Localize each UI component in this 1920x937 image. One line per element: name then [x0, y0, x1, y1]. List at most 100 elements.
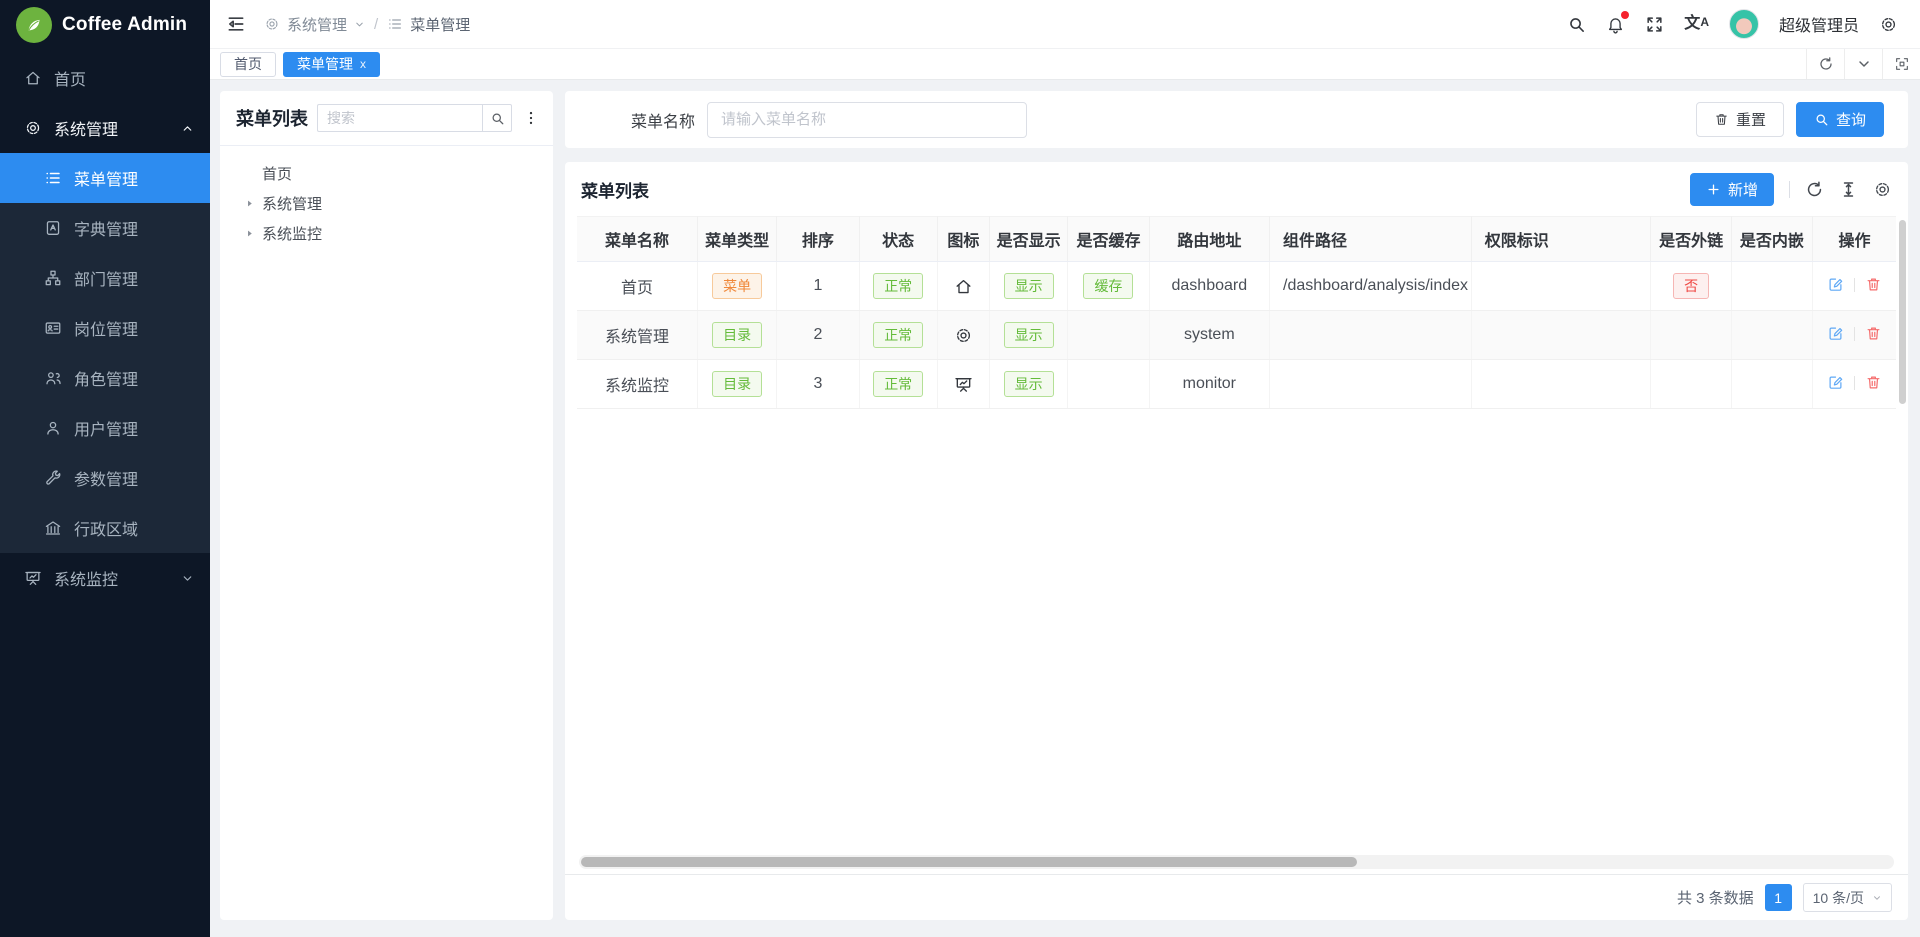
tree-item-monitor[interactable]: 系统监控 [228, 218, 545, 248]
action-divider [1854, 376, 1855, 390]
sidebar-item-menu-mgmt[interactable]: 菜单管理 [0, 153, 210, 203]
status-tag: 显示 [1004, 273, 1054, 299]
notification-dot [1621, 11, 1629, 19]
breadcrumb: 系统管理 / 菜单管理 [264, 14, 470, 35]
sidebar-item-user-mgmt[interactable]: 用户管理 [0, 403, 210, 453]
tab-menu-mgmt[interactable]: 菜单管理 x [283, 52, 380, 77]
refresh-icon[interactable] [1805, 180, 1824, 199]
sidebar-item-label: 角色管理 [74, 366, 138, 390]
sidebar-item-monitor[interactable]: 系统监控 [0, 553, 210, 603]
user-name[interactable]: 超级管理员 [1779, 12, 1859, 36]
row-actions [1825, 274, 1884, 295]
table-cell: 1 [777, 262, 859, 311]
delete-button[interactable] [1863, 372, 1884, 393]
page-size-value: 10 条/页 [1813, 888, 1864, 908]
tree-item-home[interactable]: 首页 [228, 158, 545, 188]
sidebar-item-region-mgmt[interactable]: 行政区域 [0, 503, 210, 553]
sidebar-item-param-mgmt[interactable]: 参数管理 [0, 453, 210, 503]
search-icon[interactable] [1567, 15, 1586, 34]
list-icon [387, 16, 403, 32]
table-cell: 显示 [990, 360, 1068, 409]
breadcrumb-item-menu[interactable]: 菜单管理 [387, 14, 470, 35]
table-cell: 显示 [990, 262, 1068, 311]
tree-item-system[interactable]: 系统管理 [228, 188, 545, 218]
app-title: Coffee Admin [62, 14, 187, 36]
sidebar-submenu-system: 菜单管理 字典管理 部门管理 岗位管理 角色管理 用户管理 [0, 153, 210, 553]
monitor-icon [24, 569, 42, 587]
delete-button[interactable] [1863, 274, 1884, 295]
sidebar-item-dict-mgmt[interactable]: 字典管理 [0, 203, 210, 253]
sidebar-item-post-mgmt[interactable]: 岗位管理 [0, 303, 210, 353]
action-divider [1854, 327, 1855, 341]
table-row: 系统管理目录2正常显示system [577, 311, 1896, 360]
refresh-icon[interactable] [1806, 49, 1844, 79]
notifications-button[interactable] [1606, 15, 1625, 34]
header-tools: 文A 超级管理员 [1567, 9, 1898, 39]
tab-home[interactable]: 首页 [220, 52, 276, 77]
avatar[interactable] [1729, 9, 1759, 39]
search-icon [490, 111, 505, 126]
translate-icon[interactable]: 文A [1684, 16, 1709, 32]
chevron-down-icon [181, 572, 194, 585]
table-cell: 正常 [859, 311, 937, 360]
sidebar-item-dept-mgmt[interactable]: 部门管理 [0, 253, 210, 303]
tabbar-tools [1806, 49, 1920, 79]
chevron-down-icon[interactable] [1844, 49, 1882, 79]
table-header-row: 菜单名称菜单类型排序状态图标是否显示是否缓存路由地址组件路径权限标识是否外链是否… [577, 217, 1896, 262]
horizontal-scrollbar-thumb[interactable] [581, 857, 1357, 867]
home-icon [954, 277, 973, 296]
menu-name-label: 菜单名称 [631, 108, 695, 132]
page-1-button[interactable]: 1 [1765, 884, 1792, 911]
query-button[interactable]: 查询 [1796, 102, 1884, 137]
add-button[interactable]: 新增 [1690, 173, 1774, 206]
edit-button[interactable] [1825, 323, 1846, 344]
edit-button[interactable] [1825, 372, 1846, 393]
row-height-icon[interactable] [1839, 180, 1858, 199]
reset-button[interactable]: 重置 [1696, 102, 1784, 137]
sidebar-item-system[interactable]: 系统管理 [0, 103, 210, 153]
monitor-icon [954, 375, 973, 394]
tree-search-button[interactable] [482, 104, 512, 132]
table-cell: 正常 [859, 262, 937, 311]
maximize-icon[interactable] [1882, 49, 1920, 79]
table-cell [1270, 360, 1472, 409]
tree-search-group [317, 104, 512, 132]
table-cell: /dashboard/analysis/index [1270, 262, 1472, 311]
table-cell: 缓存 [1068, 262, 1149, 311]
status-tag: 缓存 [1083, 273, 1133, 299]
fullscreen-icon[interactable] [1645, 15, 1664, 34]
menu-name-input[interactable] [707, 102, 1027, 138]
table-cell [1731, 311, 1812, 360]
sidebar-item-home[interactable]: 首页 [0, 53, 210, 103]
content-area: 菜单列表 首页 系统管理 [210, 80, 1920, 937]
plus-icon [1706, 182, 1721, 197]
status-tag: 目录 [712, 371, 762, 397]
sidebar-collapse-icon[interactable] [226, 14, 246, 34]
gear-icon [954, 326, 973, 345]
breadcrumb-item-system[interactable]: 系统管理 [264, 14, 365, 35]
sidebar-item-label: 字典管理 [74, 216, 138, 240]
table-card-title: 菜单列表 [581, 177, 649, 202]
table-cell: 目录 [697, 360, 776, 409]
table-cell: 3 [777, 360, 859, 409]
menu-table: 菜单名称菜单类型排序状态图标是否显示是否缓存路由地址组件路径权限标识是否外链是否… [577, 216, 1896, 409]
edit-button[interactable] [1825, 274, 1846, 295]
table-cell [1651, 360, 1731, 409]
kebab-menu-icon[interactable] [521, 110, 541, 126]
sidebar-item-label: 部门管理 [74, 266, 138, 290]
column-settings-gear-icon[interactable] [1873, 180, 1892, 199]
vertical-scrollbar[interactable] [1899, 220, 1906, 404]
settings-gear-icon[interactable] [1879, 15, 1898, 34]
sidebar-nav: 首页 系统管理 菜单管理 字典管理 部门管理 岗位管理 [0, 49, 210, 937]
trash-icon [1714, 112, 1729, 127]
page-size-select[interactable]: 10 条/页 [1803, 883, 1892, 912]
delete-button[interactable] [1863, 323, 1884, 344]
caret-right-icon[interactable] [242, 198, 257, 209]
sidebar-item-role-mgmt[interactable]: 角色管理 [0, 353, 210, 403]
column-header: 状态 [859, 217, 937, 262]
tree-search-input[interactable] [317, 104, 482, 132]
top-header: 系统管理 / 菜单管理 文A 超级管理员 [210, 0, 1920, 49]
action-divider [1854, 278, 1855, 292]
caret-right-icon[interactable] [242, 228, 257, 239]
close-icon[interactable]: x [360, 58, 366, 70]
